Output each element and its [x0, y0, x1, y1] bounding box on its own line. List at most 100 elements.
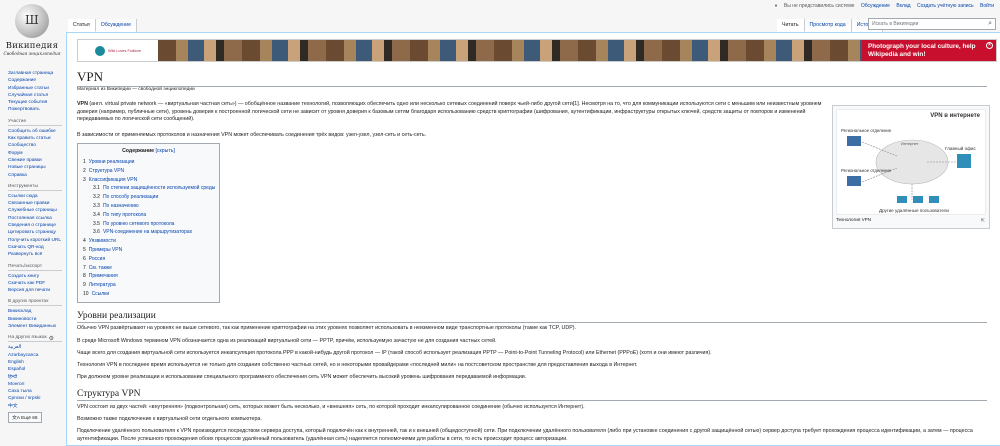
sidebar-lang-hi[interactable]: हिन्दी: [8, 374, 66, 381]
intro-paragraph-2: В зависимости от применяемых протоколов …: [77, 132, 427, 138]
more-languages-button[interactable]: 文A Ещё 66: [8, 411, 42, 423]
hq-icon: [957, 154, 971, 168]
toc-item-text[interactable]: Россия: [89, 256, 105, 262]
sidebar-item-page-info[interactable]: Сведения о странице: [8, 222, 66, 229]
sidebar-item-current-events[interactable]: Текущие события: [8, 99, 66, 106]
toc-item[interactable]: 8 Примечания: [83, 272, 214, 281]
sidebar-item-expand-all[interactable]: Развернуть всё: [8, 251, 66, 258]
label-remote-1: Региональное отделение: [841, 128, 892, 133]
toc-item-text[interactable]: См. также: [89, 265, 112, 271]
sidebar-lang-es[interactable]: Español: [8, 366, 66, 373]
sidebar-item-recent-changes[interactable]: Свежие правки: [8, 157, 66, 164]
banner-close-icon[interactable]: ×: [986, 42, 993, 49]
figure-caption: Технология VPN: [836, 217, 872, 222]
toc-item[interactable]: 2 Структура VPN: [83, 167, 214, 176]
tab-article[interactable]: Статья: [68, 19, 96, 32]
toc-item-text[interactable]: VPN-соединение на маршрутизаторах: [103, 229, 192, 235]
contributions-link[interactable]: Вклад: [896, 3, 910, 9]
sidebar-item-wikinews[interactable]: Викиновости: [8, 316, 66, 323]
structure-paragraph-2: Возможно также подключение к виртуальной…: [77, 416, 262, 422]
sidebar-languages: На других языках ⚙ العربية Azərbaycanca E…: [0, 335, 66, 423]
sidebar-lang-az[interactable]: Azərbaycanca: [8, 352, 66, 359]
toc-item-text[interactable]: Примечания: [89, 273, 118, 279]
tab-view-source[interactable]: Просмотр кода: [804, 19, 852, 32]
sidebar-item-permanent-link[interactable]: Постоянная ссылка: [8, 215, 66, 222]
toc-item-text[interactable]: По типу протокола: [103, 212, 146, 218]
sidebar-lang-ar[interactable]: العربية: [8, 344, 66, 351]
sidebar-item-related-changes[interactable]: Связанные правки: [8, 200, 66, 207]
sidebar-item-download-pdf[interactable]: Скачать как PDF: [8, 280, 66, 287]
toc-item[interactable]: 3.6 VPN-соединение на маршрутизаторах: [83, 228, 214, 237]
sidebar-item-how-to-edit[interactable]: Как править статьи: [8, 135, 66, 142]
sidebar-item-random[interactable]: Случайная статья: [8, 92, 66, 99]
toc-item-text[interactable]: Примеры VPN: [89, 247, 122, 253]
sidebar-lang-zh[interactable]: 中文: [8, 403, 66, 410]
toc-item[interactable]: 3.5 По уровню сетевого протокола: [83, 220, 214, 229]
gear-icon[interactable]: ⚙: [49, 335, 54, 342]
banner-cta[interactable]: Photograph your local culture, help Wiki…: [862, 40, 996, 61]
toc-item-number: 3.1: [93, 185, 100, 192]
campaign-banner[interactable]: Wiki Loves Folklore Photograph your loca…: [77, 39, 997, 62]
toc-item-number: 6: [83, 255, 86, 262]
toc-item-text[interactable]: По способу реализации: [103, 194, 158, 200]
toc-item-text[interactable]: Литература: [89, 282, 116, 288]
sidebar-item-featured[interactable]: Избранные статьи: [8, 85, 66, 92]
toc-item-text[interactable]: Структура VPN: [89, 168, 124, 174]
sidebar-item-commons[interactable]: Викисклад: [8, 308, 66, 315]
sidebar-item-create-book[interactable]: Создать книгу: [8, 273, 66, 280]
sidebar-lang-en[interactable]: English: [8, 359, 66, 366]
toc-item[interactable]: 3 Классификация VPN: [83, 176, 214, 185]
tab-discussion[interactable]: Обсуждение: [95, 19, 137, 32]
sidebar-item-new-pages[interactable]: Новые страницы: [8, 164, 66, 171]
sidebar-item-main-page[interactable]: Заглавная страница: [8, 70, 66, 77]
sidebar-item-special-pages[interactable]: Служебные страницы: [8, 207, 66, 214]
tab-read[interactable]: Читать: [777, 19, 805, 32]
login-link[interactable]: Войти: [980, 3, 994, 9]
toc-item-text[interactable]: Классификация VPN: [89, 177, 137, 183]
toc-toggle[interactable]: [скрыть]: [155, 148, 174, 154]
sidebar-lang-mn[interactable]: Монгол: [8, 381, 66, 388]
sidebar-item-donate[interactable]: Пожертвовать: [8, 106, 66, 113]
sidebar-item-wikidata[interactable]: Элемент Викиданных: [8, 323, 66, 330]
toc-item-text[interactable]: По назначению: [103, 203, 139, 209]
toc-item-text[interactable]: По степени защищённости используемой сре…: [103, 185, 215, 191]
toc-item[interactable]: 3.4 По типу протокола: [83, 211, 214, 220]
wikipedia-logo[interactable]: Ш Википедия Свободная энциклопедия: [0, 0, 64, 64]
sidebar-other-projects: В других проектах Викисклад Викиновости …: [0, 299, 66, 330]
toc-item[interactable]: 3.2 По способу реализации: [83, 193, 214, 202]
toc-item-text[interactable]: Ссылки: [92, 291, 110, 297]
sidebar-item-community[interactable]: Сообщество: [8, 142, 66, 149]
sidebar-item-forum[interactable]: Форум: [8, 150, 66, 157]
talk-link[interactable]: Обсуждение: [861, 3, 890, 9]
toc-item-text[interactable]: Уровни реализации: [89, 159, 135, 165]
create-account-link[interactable]: Создать учётную запись: [917, 3, 974, 9]
label-internet: Интернет: [901, 141, 919, 146]
sidebar-lang-sah[interactable]: Саха тыла: [8, 388, 66, 395]
toc-item[interactable]: 1 Уровни реализации: [83, 158, 214, 167]
sidebar-item-short-url[interactable]: Получить короткий URL: [8, 237, 66, 244]
expand-icon[interactable]: ⇱: [981, 218, 985, 224]
toc-item[interactable]: 7 См. также: [83, 264, 214, 273]
toc-item-text[interactable]: По уровню сетевого протокола: [103, 221, 175, 227]
sidebar-item-cite[interactable]: Цитировать страницу: [8, 229, 66, 236]
toc-item-number: 4: [83, 238, 86, 245]
toc-item[interactable]: 9 Литература: [83, 281, 214, 290]
search-input[interactable]: [869, 19, 979, 29]
toc-item[interactable]: 5 Примеры VPN: [83, 246, 214, 255]
sidebar-item-qr-code[interactable]: Скачать QR-код: [8, 244, 66, 251]
sidebar-item-printable[interactable]: Версия для печати: [8, 287, 66, 294]
sidebar-item-help[interactable]: Справка: [8, 172, 66, 179]
vpn-diagram-image[interactable]: VPN в интернете Региональное отделение Р…: [836, 109, 986, 215]
toc-item[interactable]: 10 Ссылки: [83, 290, 214, 299]
sidebar-item-report-error[interactable]: Сообщить об ошибке: [8, 128, 66, 135]
toc-item-text[interactable]: Уязвимости: [89, 238, 116, 244]
sidebar-item-what-links-here[interactable]: Ссылки сюда: [8, 193, 66, 200]
sidebar-item-contents[interactable]: Содержание: [8, 77, 66, 84]
toc-item-number: 5: [83, 246, 86, 253]
toc-item[interactable]: 4 Уязвимости: [83, 237, 214, 246]
sidebar-lang-sr[interactable]: Српски / srpski: [8, 395, 66, 402]
toc-item[interactable]: 3.3 По назначению: [83, 202, 214, 211]
toc-item[interactable]: 6 Россия: [83, 255, 214, 264]
search-icon[interactable]: ⌕: [988, 20, 992, 28]
toc-item[interactable]: 3.1 По степени защищённости используемой …: [83, 184, 215, 193]
